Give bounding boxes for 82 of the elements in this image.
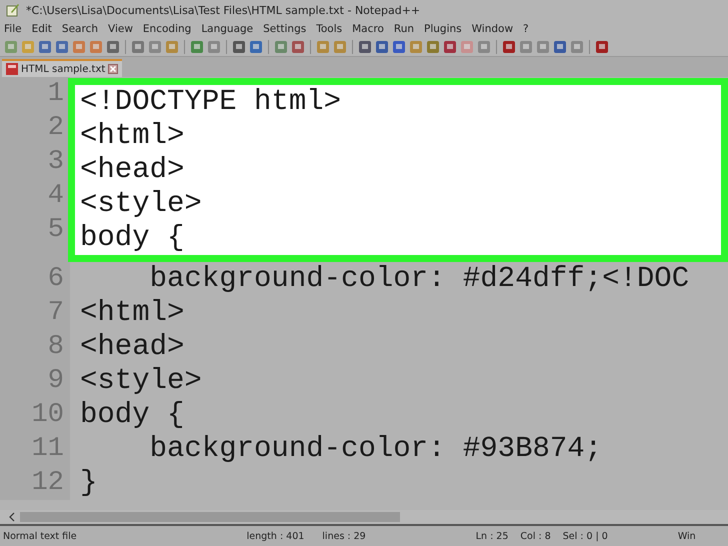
status-text: Col : 8 xyxy=(520,530,551,542)
toolbar-icon[interactable] xyxy=(190,40,204,54)
code-line: } xyxy=(80,466,98,499)
status-text: Win xyxy=(678,530,696,542)
close-icon[interactable] xyxy=(108,64,118,74)
menu-item[interactable]: Edit xyxy=(32,23,52,35)
scroll-left-icon[interactable] xyxy=(8,512,16,522)
status-text: Normal text file xyxy=(3,530,77,542)
toolbar-icon[interactable] xyxy=(443,40,457,54)
menu-item[interactable]: Tools xyxy=(316,23,342,35)
menu-item[interactable]: File xyxy=(4,23,22,35)
file-icon xyxy=(6,63,18,75)
toolbar-icon[interactable] xyxy=(165,40,179,54)
notepad-icon xyxy=(6,3,20,17)
toolbar-icon[interactable] xyxy=(333,40,347,54)
toolbar-icon[interactable] xyxy=(131,40,145,54)
line-number: 10 xyxy=(30,399,65,432)
toolbar-icon[interactable] xyxy=(207,40,221,54)
line-number: 7 xyxy=(46,297,65,330)
line-number: 8 xyxy=(46,331,65,364)
toolbar-icon[interactable] xyxy=(4,40,18,54)
toolbar-icon[interactable] xyxy=(519,40,533,54)
toolbar-icon[interactable] xyxy=(148,40,162,54)
toolbar-icon[interactable] xyxy=(375,40,389,54)
toolbar-icon[interactable] xyxy=(409,40,423,54)
menu-item[interactable]: Search xyxy=(62,23,98,35)
line-number: 5 xyxy=(46,214,65,247)
toolbar-icon[interactable] xyxy=(392,40,406,54)
menu-item[interactable]: View xyxy=(108,23,133,35)
code-line: <style> xyxy=(80,187,202,220)
code-line: <!DOCTYPE html> xyxy=(80,85,342,118)
toolbar-icon[interactable] xyxy=(72,40,86,54)
line-number: 11 xyxy=(30,433,65,466)
line-number: 6 xyxy=(46,263,65,296)
menu-item[interactable]: Encoding xyxy=(142,23,192,35)
line-number: 3 xyxy=(46,146,65,179)
status-text: length : 401 xyxy=(246,530,304,542)
toolbar-icon[interactable] xyxy=(595,40,609,54)
code-line: <head> xyxy=(80,153,184,186)
toolbar-icon[interactable] xyxy=(426,40,440,54)
line-number: 2 xyxy=(46,112,65,145)
toolbar-icon[interactable] xyxy=(502,40,516,54)
code-line: <html> xyxy=(80,296,184,329)
toolbar-icon[interactable] xyxy=(477,40,491,54)
toolbar-icon[interactable] xyxy=(38,40,52,54)
window-title: *C:\Users\Lisa\Documents\Lisa\Test Files\HTML sample.txt - Notepad++ xyxy=(26,4,420,16)
toolbar-icon[interactable] xyxy=(274,40,288,54)
status-text: Sel : 0 | 0 xyxy=(562,530,608,542)
menu-item[interactable]: Run xyxy=(394,23,414,35)
toolbar-icon[interactable] xyxy=(460,40,474,54)
menu-item[interactable]: Language xyxy=(201,23,254,35)
toolbar-icon[interactable] xyxy=(55,40,69,54)
line-number: 1 xyxy=(46,78,65,111)
line-number: 12 xyxy=(30,467,65,500)
status-text: Ln : 25 xyxy=(476,530,508,542)
toolbar-icon[interactable] xyxy=(358,40,372,54)
toolbar-icon[interactable] xyxy=(316,40,330,54)
toolbar-icon[interactable] xyxy=(249,40,263,54)
code-line: body { xyxy=(80,221,184,254)
code-line: <head> xyxy=(80,330,184,363)
toolbar-icon[interactable] xyxy=(553,40,567,54)
menu-item[interactable]: Macro xyxy=(352,23,384,35)
code-line: <style> xyxy=(80,364,202,397)
toolbar-icon[interactable] xyxy=(89,40,103,54)
toolbar-icon[interactable] xyxy=(536,40,550,54)
toolbar-icon[interactable] xyxy=(291,40,305,54)
menu-item[interactable]: Settings xyxy=(263,23,306,35)
code-line: body { xyxy=(80,398,184,431)
menu-item[interactable]: ? xyxy=(523,23,529,35)
line-number: 9 xyxy=(46,365,65,398)
code-line: <html> xyxy=(80,119,184,152)
status-text: lines : 29 xyxy=(322,530,366,542)
menu-item[interactable]: Window xyxy=(472,23,514,35)
code-line: background-color: #d24dff;<!DOC xyxy=(148,262,690,295)
code-line: background-color: #93B874; xyxy=(148,432,602,465)
toolbar-icon[interactable] xyxy=(232,40,246,54)
menu-item[interactable]: Plugins xyxy=(424,23,462,35)
scrollbar-thumb[interactable] xyxy=(20,512,400,522)
line-number: 4 xyxy=(46,180,65,213)
toolbar-icon[interactable] xyxy=(106,40,120,54)
file-tab[interactable]: HTML sample.txt xyxy=(2,59,122,77)
toolbar-icon[interactable] xyxy=(570,40,584,54)
